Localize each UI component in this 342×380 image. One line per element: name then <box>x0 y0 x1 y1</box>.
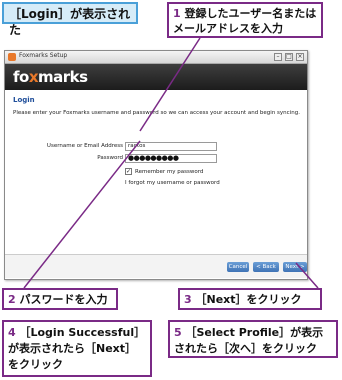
login-instructions: Please enter your Foxmarks username and … <box>13 110 300 116</box>
password-row: Password ●●●●●●●●● <box>13 154 253 164</box>
step-2-text: パスワードを入力 <box>15 293 108 306</box>
step-3-caption: 3 ［Next］をクリック <box>178 288 322 310</box>
login-panel: Login Please enter your Foxmarks usernam… <box>5 90 307 278</box>
step-1-number: 1 <box>173 7 181 20</box>
foxmarks-app-icon <box>8 53 16 61</box>
logo-text-marks: marks <box>38 68 88 86</box>
step-3-number: 3 <box>184 293 192 306</box>
foxmarks-setup-window: Foxmarks Setup – □ × foxmarks Login Plea… <box>4 50 308 280</box>
step-2-number: 2 <box>8 293 16 306</box>
maximize-icon[interactable]: □ <box>285 53 293 61</box>
forgot-credentials-link[interactable]: I forgot my username or password <box>125 180 220 186</box>
username-label: Username or Email Address <box>46 143 123 149</box>
step-4-caption: 4 ［Login Successful］が表示されたら［Next］をクリック <box>2 320 152 377</box>
remember-password-checkbox[interactable]: ✓ Remember my password <box>125 168 203 175</box>
step-5-number: 5 <box>174 326 182 339</box>
next-button[interactable]: Next > <box>283 262 307 272</box>
logo-text-fo: fo <box>13 68 29 86</box>
title-bar: Foxmarks Setup – □ × <box>5 51 307 64</box>
foxmarks-logo: foxmarks <box>13 68 88 86</box>
step-5-text: ［Select Profile］が表示されたら［次へ］をクリック <box>174 326 324 355</box>
username-input[interactable]: raotos <box>125 142 217 151</box>
step-1-text: 登録したユーザー名またはメールアドレスを入力 <box>173 7 317 35</box>
foxmarks-banner: foxmarks <box>5 64 307 90</box>
logo-text-x: x <box>28 68 39 86</box>
step-3-text: ［Next］をクリック <box>191 293 302 306</box>
close-icon[interactable]: × <box>296 53 304 61</box>
minimize-icon[interactable]: – <box>274 53 282 61</box>
window-title: Foxmarks Setup <box>19 52 68 59</box>
password-label: Password <box>97 155 123 161</box>
step-4-number: 4 <box>8 326 16 339</box>
password-input[interactable]: ●●●●●●●●● <box>125 154 217 163</box>
window-controls: – □ × <box>274 53 304 61</box>
step-1-caption: 1 登録したユーザー名またはメールアドレスを入力 <box>167 2 323 38</box>
screen-caption: ［Login］が表示された <box>2 2 138 37</box>
login-heading: Login <box>13 96 35 104</box>
step-2-caption: 2 パスワードを入力 <box>2 288 118 310</box>
cancel-button[interactable]: Cancel <box>227 262 249 272</box>
step-5-caption: 5 ［Select Profile］が表示されたら［次へ］をクリック <box>168 320 338 358</box>
wizard-button-bar: Cancel < Back Next > <box>5 254 307 278</box>
remember-password-label: Remember my password <box>135 168 204 175</box>
back-button[interactable]: < Back <box>253 262 279 272</box>
username-row: Username or Email Address raotos <box>13 142 253 152</box>
step-4-text: ［Login Successful］が表示されたら［Next］をクリック <box>8 326 146 371</box>
checkmark-icon[interactable]: ✓ <box>125 168 132 175</box>
